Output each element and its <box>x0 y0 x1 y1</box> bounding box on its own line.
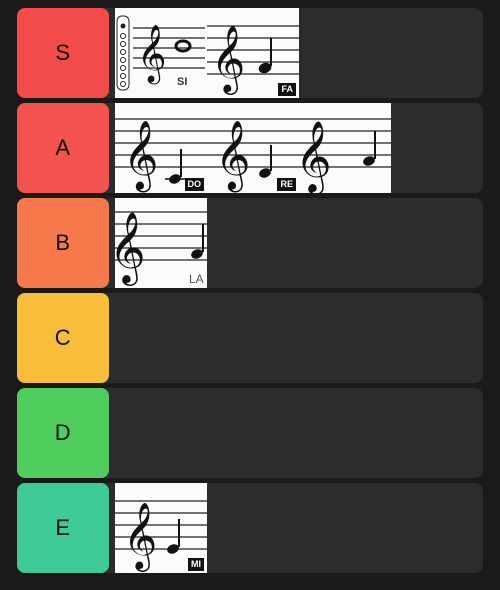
svg-text:𝄞: 𝄞 <box>123 501 157 572</box>
sol-note-image: 𝄞 <box>299 118 391 193</box>
re-note-card[interactable]: 𝄞 RE <box>207 103 299 193</box>
svg-text:𝄞: 𝄞 <box>215 120 250 192</box>
tier-label-a[interactable]: A <box>17 103 109 193</box>
tier-row-b[interactable]: B 𝄞 LA <box>17 198 483 288</box>
tier-label-d[interactable]: D <box>17 388 109 478</box>
tier-label-c[interactable]: C <box>17 293 109 383</box>
svg-text:𝄞: 𝄞 <box>299 119 332 193</box>
tier-row-d[interactable]: D <box>17 388 483 478</box>
re-note-tag: RE <box>277 178 296 191</box>
fa-note-card[interactable]: 𝄞 FA <box>207 8 299 98</box>
si-note-image: 𝄞 SI <box>116 15 205 91</box>
tier-row-a[interactable]: A 𝄞 DO 𝄞 RE 𝄞 <box>17 103 483 193</box>
do-note-tag: DO <box>184 178 204 191</box>
la-note-caption: LA <box>189 272 204 286</box>
svg-text:𝄞: 𝄞 <box>211 24 245 95</box>
tier-row-e[interactable]: E 𝄞 MI <box>17 483 483 573</box>
tier-row-c[interactable]: C <box>17 293 483 383</box>
tier-label-e[interactable]: E <box>17 483 109 573</box>
tier-label-b[interactable]: B <box>17 198 109 288</box>
tier-items-b: 𝄞 LA <box>115 198 207 288</box>
svg-text:𝄞: 𝄞 <box>123 120 158 192</box>
mi-note-card[interactable]: 𝄞 MI <box>115 483 207 573</box>
svg-text:𝄞: 𝄞 <box>115 210 146 286</box>
tier-items-a: 𝄞 DO 𝄞 RE 𝄞 <box>115 103 391 193</box>
la-note-card[interactable]: 𝄞 LA <box>115 198 207 288</box>
tier-label-s[interactable]: S <box>17 8 109 98</box>
svg-text:SI: SI <box>177 76 187 88</box>
tier-list: S 𝄞 SI 𝄞 FA A 𝄞 DO 𝄞 RE 𝄞 B 𝄞 LA C D E 𝄞… <box>17 8 483 578</box>
tier-items-s: 𝄞 SI 𝄞 FA <box>115 8 299 98</box>
fa-note-tag: FA <box>278 83 296 96</box>
svg-text:𝄞: 𝄞 <box>137 24 167 85</box>
sol-note-card[interactable]: 𝄞 <box>299 103 391 193</box>
tier-row-s[interactable]: S 𝄞 SI 𝄞 FA <box>17 8 483 98</box>
si-note-card[interactable]: 𝄞 SI <box>115 8 207 98</box>
tier-items-e: 𝄞 MI <box>115 483 207 573</box>
mi-note-tag: MI <box>188 558 204 571</box>
do-note-card[interactable]: 𝄞 DO <box>115 103 207 193</box>
